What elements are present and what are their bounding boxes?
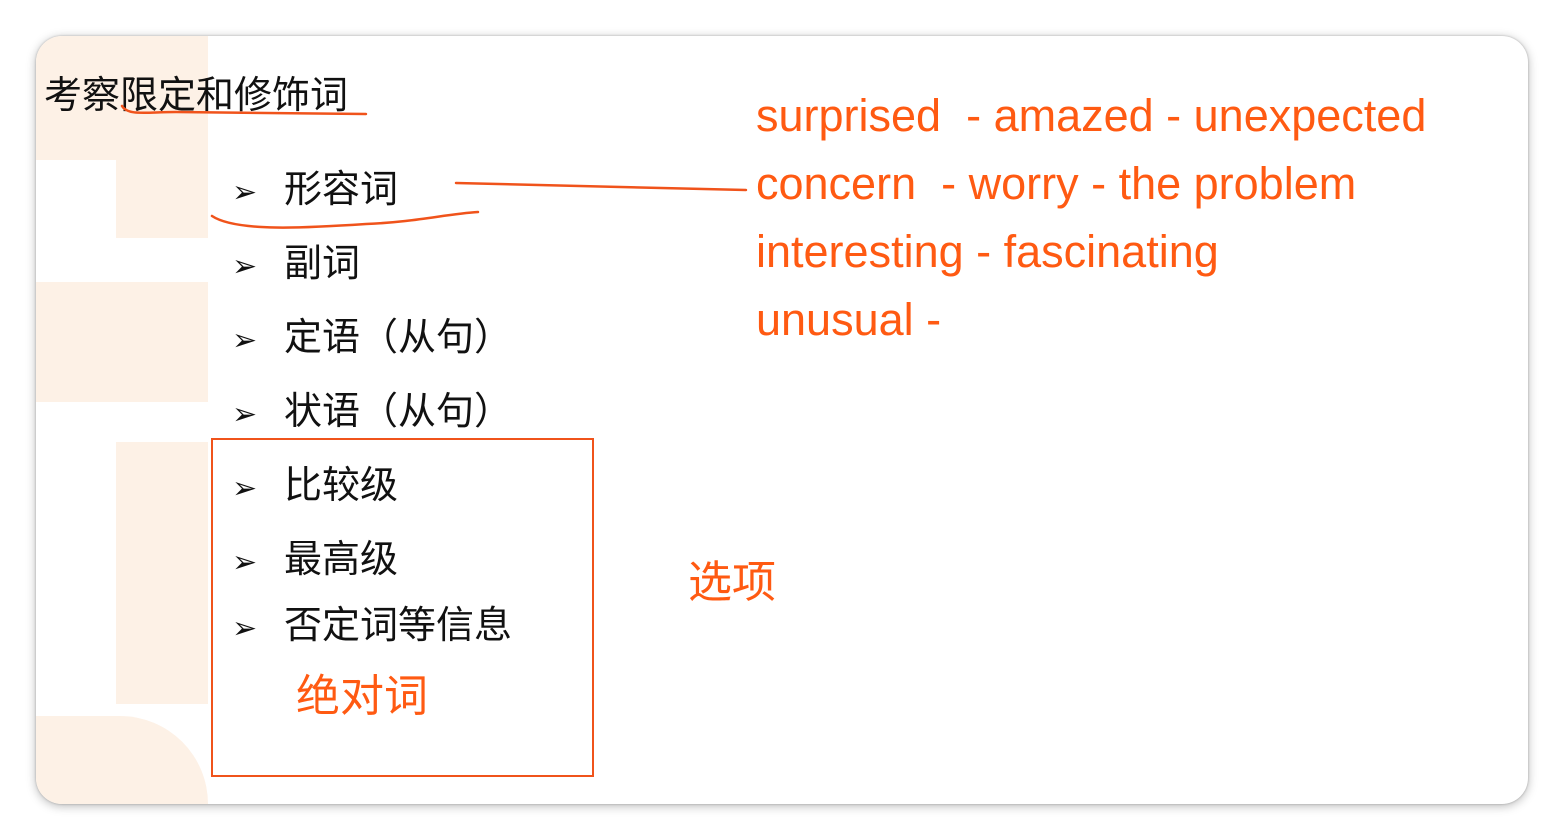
title-underline [120, 104, 368, 116]
ink-strokes [120, 104, 748, 229]
slide-card: 考察限定和修饰词 ➢ 形容词 ➢ 副词 ➢ 定语（从句） ➢ 状语（从句） ➢ 比较级 ➢… [36, 36, 1528, 804]
connector-line [454, 181, 748, 192]
adjective-underline [210, 210, 480, 229]
